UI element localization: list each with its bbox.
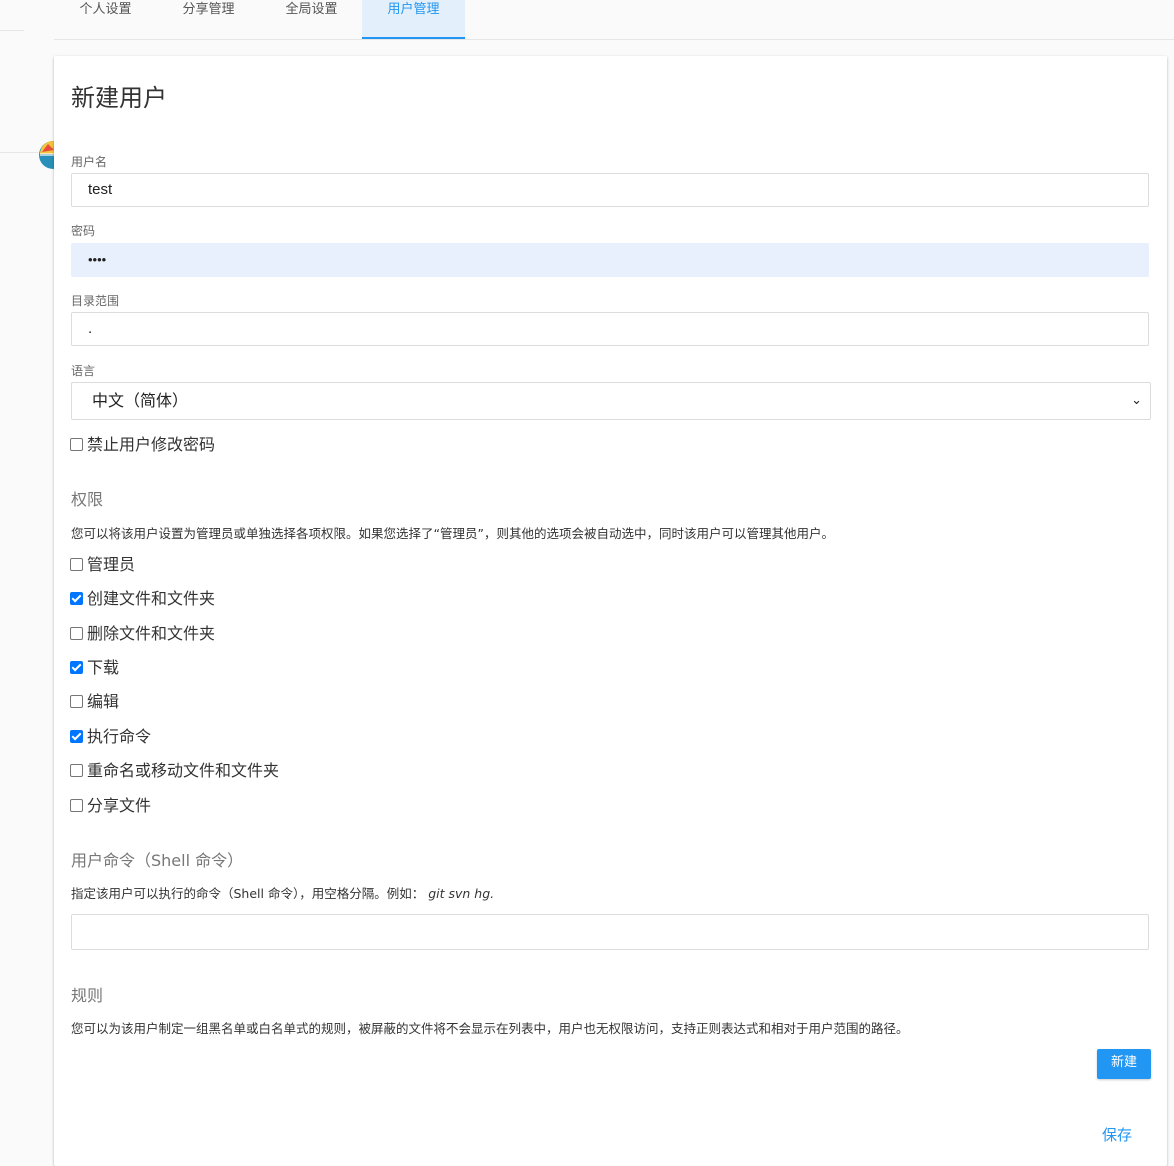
username-input[interactable]: test	[71, 173, 1149, 207]
perm-admin-checkbox[interactable]: 管理员	[70, 554, 135, 576]
checkbox-label: 下载	[87, 658, 120, 677]
checkbox-label: 删除文件和文件夹	[87, 624, 216, 643]
password-label: 密码	[71, 224, 96, 238]
perm-create-checkbox[interactable]: 创建文件和文件夹	[70, 588, 215, 610]
commands-input[interactable]	[71, 914, 1149, 950]
save-button[interactable]: 保存	[1102, 1124, 1132, 1145]
commands-help: 指定该用户可以执行的命令（Shell 命令），用空格分隔。例如： git svn…	[71, 883, 494, 902]
commands-help-text: 指定该用户可以执行的命令（Shell 命令），用空格分隔。例如：	[71, 886, 425, 901]
new-user-card: 新建用户 用户名 test 密码 •••• 目录范围 . 语言 中文（简体） ⌄…	[54, 56, 1167, 1166]
checkbox-box[interactable]	[70, 729, 83, 743]
scope-input[interactable]: .	[71, 312, 1149, 346]
chevron-down-icon: ⌄	[1131, 393, 1142, 408]
username-label: 用户名	[71, 155, 108, 169]
divider	[0, 152, 38, 153]
page-title: 新建用户	[71, 84, 167, 112]
language-select[interactable]: 中文（简体） ⌄	[71, 382, 1151, 420]
checkbox-box[interactable]	[70, 557, 83, 571]
checkbox-label: 分享文件	[87, 796, 152, 815]
divider	[0, 30, 24, 31]
rules-title: 规则	[71, 986, 104, 1005]
language-select-value: 中文（简体）	[92, 391, 189, 410]
rules-help: 您可以为该用户制定一组黑名单或白名单式的规则，被屏蔽的文件将不会显示在列表中，用…	[71, 1021, 909, 1036]
checkbox-box[interactable]	[70, 694, 83, 708]
checkbox-label: 创建文件和文件夹	[87, 589, 216, 608]
checkbox-box[interactable]	[70, 798, 83, 812]
perm-share-checkbox[interactable]: 分享文件	[70, 795, 151, 817]
checkbox-label: 编辑	[87, 692, 120, 711]
checkbox-box[interactable]	[70, 660, 83, 674]
commands-help-example: git svn hg.	[428, 886, 495, 901]
checkbox-label: 管理员	[87, 555, 136, 574]
perm-execute-checkbox[interactable]: 执行命令	[70, 726, 151, 748]
perm-download-checkbox[interactable]: 下载	[70, 657, 119, 679]
language-label: 语言	[71, 364, 96, 378]
perm-rename-checkbox[interactable]: 重命名或移动文件和文件夹	[70, 760, 279, 782]
lock-password-checkbox[interactable]: 禁止用户修改密码	[70, 434, 215, 456]
password-input[interactable]: ••••	[71, 243, 1149, 277]
checkbox-label: 重命名或移动文件和文件夹	[87, 761, 280, 780]
left-strip	[0, 0, 54, 1158]
tab-share-management[interactable]: 分享管理	[157, 0, 260, 39]
permissions-title: 权限	[71, 490, 104, 509]
scope-label: 目录范围	[71, 294, 120, 308]
tab-profile-settings[interactable]: 个人设置	[54, 0, 157, 39]
checkbox-box[interactable]	[70, 763, 83, 777]
commands-title: 用户命令（Shell 命令）	[71, 851, 244, 870]
checkbox-label: 执行命令	[87, 727, 152, 746]
checkbox-box[interactable]	[70, 591, 83, 605]
new-rule-button[interactable]: 新建	[1097, 1049, 1151, 1079]
perm-edit-checkbox[interactable]: 编辑	[70, 691, 119, 713]
checkbox-box[interactable]	[70, 626, 83, 640]
tab-global-settings[interactable]: 全局设置	[260, 0, 363, 39]
perm-delete-checkbox[interactable]: 删除文件和文件夹	[70, 623, 215, 645]
settings-tabs: 个人设置 分享管理 全局设置 用户管理	[54, 0, 1174, 40]
permissions-help: 您可以将该用户设置为管理员或单独选择各项权限。如果您选择了“管理员”，则其他的选…	[71, 526, 834, 541]
checkbox-label: 禁止用户修改密码	[87, 435, 216, 454]
checkbox-box[interactable]	[70, 437, 83, 451]
tab-user-management[interactable]: 用户管理	[362, 0, 465, 39]
